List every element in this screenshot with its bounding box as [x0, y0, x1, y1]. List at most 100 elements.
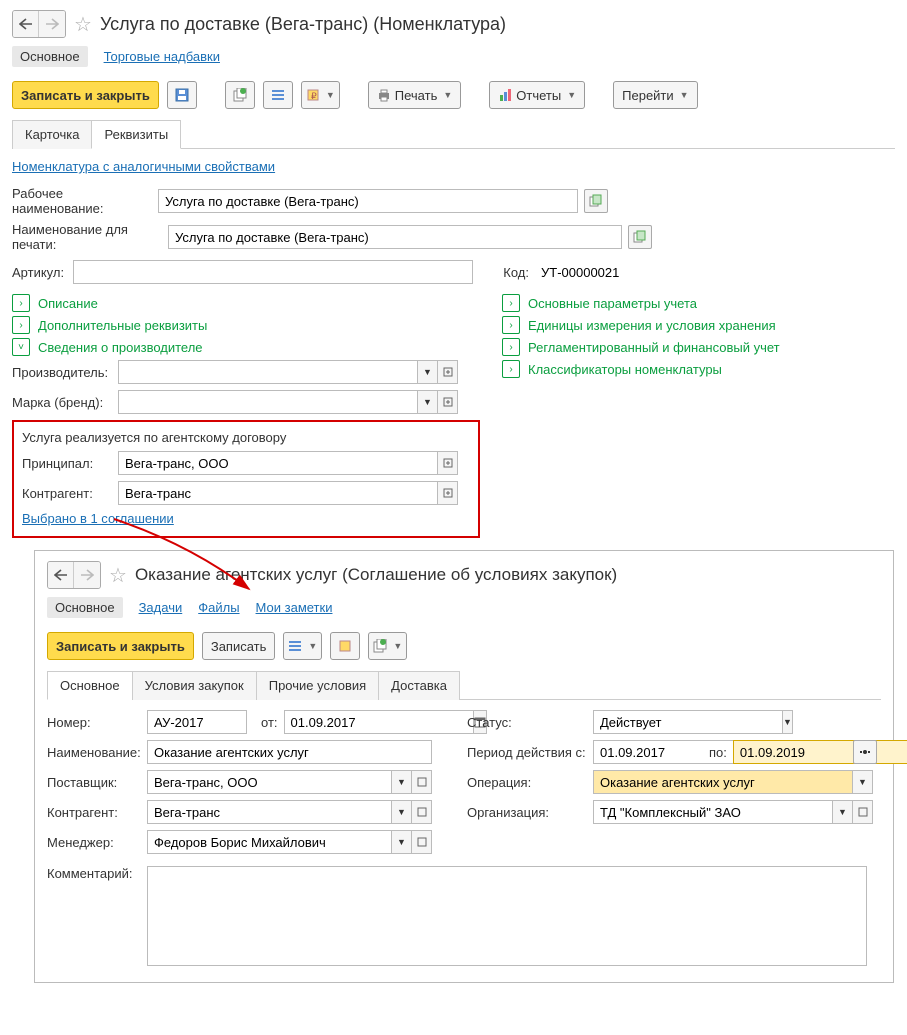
section-desc[interactable]: Описание [38, 296, 98, 311]
agr-name-label: Наименование: [47, 745, 141, 760]
agr-title: Оказание агентских услуг (Соглашение об … [135, 565, 617, 585]
agr-operation-input[interactable] [593, 770, 853, 794]
agr-tab-cond[interactable]: Условия закупок [132, 671, 257, 700]
expand-reglament-icon[interactable]: › [502, 338, 520, 356]
chevron-down-icon: ▼ [680, 90, 689, 100]
agr-nav-main[interactable]: Основное [47, 597, 123, 618]
agr-supplier-open[interactable] [412, 770, 432, 794]
manufacturer-input[interactable] [118, 360, 418, 384]
expand-extra-icon[interactable]: › [12, 316, 30, 334]
expand-units-icon[interactable]: › [502, 316, 520, 334]
code-label: Код: [499, 265, 529, 280]
expand-params-icon[interactable]: › [502, 294, 520, 312]
agr-contractor-open[interactable] [412, 800, 432, 824]
section-classifiers[interactable]: Классификаторы номенклатуры [528, 362, 722, 377]
print-button[interactable]: Печать ▼ [368, 81, 462, 109]
collapse-manuf-icon[interactable]: ˅ [12, 338, 30, 356]
agr-manager-input[interactable] [147, 830, 392, 854]
agr-list-button[interactable]: ▼ [283, 632, 322, 660]
prices-button[interactable]: ₽ ▼ [301, 81, 340, 109]
agr-contractor-dropdown[interactable]: ▼ [392, 800, 412, 824]
manufacturer-open[interactable] [438, 360, 458, 384]
sku-input[interactable] [73, 260, 473, 284]
agr-copy-button[interactable]: ▼ [368, 632, 407, 660]
agr-from-label: от: [261, 715, 278, 730]
agr-status-dropdown[interactable]: ▼ [783, 710, 793, 734]
agr-from-input[interactable] [284, 710, 474, 734]
principal-open[interactable] [438, 451, 458, 475]
agr-period-to-input[interactable] [733, 740, 907, 764]
agr-manager-open[interactable] [412, 830, 432, 854]
tab-card[interactable]: Карточка [12, 120, 92, 149]
print-name-fill-button[interactable] [628, 225, 652, 249]
section-reglament[interactable]: Регламентированный и финансовый учет [528, 340, 780, 355]
agr-tab-delivery[interactable]: Доставка [378, 671, 460, 700]
back-button[interactable] [13, 11, 39, 37]
section-units[interactable]: Единицы измерения и условия хранения [528, 318, 776, 333]
agr-org-input[interactable] [593, 800, 833, 824]
brand-open[interactable] [438, 390, 458, 414]
expand-desc-icon[interactable]: › [12, 294, 30, 312]
nav-back-forward[interactable] [12, 10, 66, 38]
agr-number-input[interactable] [147, 710, 247, 734]
reports-button[interactable]: Отчеты ▼ [489, 81, 585, 109]
principal-input[interactable] [118, 451, 438, 475]
brand-dropdown[interactable]: ▼ [418, 390, 438, 414]
expand-classifiers-icon[interactable]: › [502, 360, 520, 378]
forward-button[interactable] [39, 11, 65, 37]
similar-items-link[interactable]: Номенклатура с аналогичными свойствами [12, 159, 275, 174]
agr-operation-dropdown[interactable]: ▼ [853, 770, 873, 794]
nav-markup[interactable]: Торговые надбавки [104, 46, 220, 67]
selected-agreement-link[interactable]: Выбрано в 1 соглашении [22, 511, 174, 526]
agr-comment-input[interactable] [147, 866, 867, 966]
agr-nav-back-forward[interactable] [47, 561, 101, 589]
agr-manager-dropdown[interactable]: ▼ [392, 830, 412, 854]
work-name-input[interactable] [158, 189, 578, 213]
agr-org-label: Организация: [467, 805, 587, 820]
manufacturer-label: Производитель: [12, 365, 112, 380]
agr-back-button[interactable] [48, 562, 74, 588]
agr-org-open[interactable] [853, 800, 873, 824]
manufacturer-dropdown[interactable]: ▼ [418, 360, 438, 384]
chevron-down-icon: ▼ [567, 90, 576, 100]
agr-save-close-button[interactable]: Записать и закрыть [47, 632, 194, 660]
sku-label: Артикул: [12, 265, 67, 280]
agr-favorite-icon[interactable]: ☆ [109, 563, 127, 588]
agent-contract-section: Услуга реализуется по агентскому договор… [12, 420, 480, 538]
agr-attach-button[interactable] [330, 632, 360, 660]
section-params[interactable]: Основные параметры учета [528, 296, 697, 311]
agr-status-input[interactable] [593, 710, 783, 734]
save-close-button[interactable]: Записать и закрыть [12, 81, 159, 109]
agr-nav-files[interactable]: Файлы [198, 597, 239, 618]
work-name-fill-button[interactable] [584, 189, 608, 213]
favorite-icon[interactable]: ☆ [74, 12, 92, 37]
agent-contractor-open[interactable] [438, 481, 458, 505]
agr-nav-notes[interactable]: Мои заметки [256, 597, 333, 618]
agr-org-dropdown[interactable]: ▼ [833, 800, 853, 824]
page-title: Услуга по доставке (Вега-транс) (Номенкл… [100, 14, 506, 35]
agr-supplier-input[interactable] [147, 770, 392, 794]
print-name-input[interactable] [168, 225, 622, 249]
nav-main[interactable]: Основное [12, 46, 88, 67]
svg-text:₽: ₽ [311, 91, 317, 101]
save-button[interactable] [167, 81, 197, 109]
agr-supplier-dropdown[interactable]: ▼ [392, 770, 412, 794]
agent-contractor-input[interactable] [118, 481, 438, 505]
agr-nav-tasks[interactable]: Задачи [139, 597, 183, 618]
brand-label: Марка (бренд): [12, 395, 112, 410]
tab-props[interactable]: Реквизиты [91, 120, 181, 149]
section-manuf[interactable]: Сведения о производителе [38, 340, 203, 355]
agr-forward-button[interactable] [74, 562, 100, 588]
agent-header: Услуга реализуется по агентскому договор… [22, 430, 470, 445]
goto-button[interactable]: Перейти ▼ [613, 81, 697, 109]
agr-save-button[interactable]: Записать [202, 632, 276, 660]
brand-input[interactable] [118, 390, 418, 414]
section-extra[interactable]: Дополнительные реквизиты [38, 318, 207, 333]
agr-contractor-input[interactable] [147, 800, 392, 824]
agr-tab-other[interactable]: Прочие условия [256, 671, 379, 700]
copy-button[interactable] [225, 81, 255, 109]
agr-name-input[interactable] [147, 740, 432, 764]
agr-period-helper[interactable] [853, 740, 877, 764]
agr-tab-main[interactable]: Основное [47, 671, 133, 700]
list-button[interactable] [263, 81, 293, 109]
